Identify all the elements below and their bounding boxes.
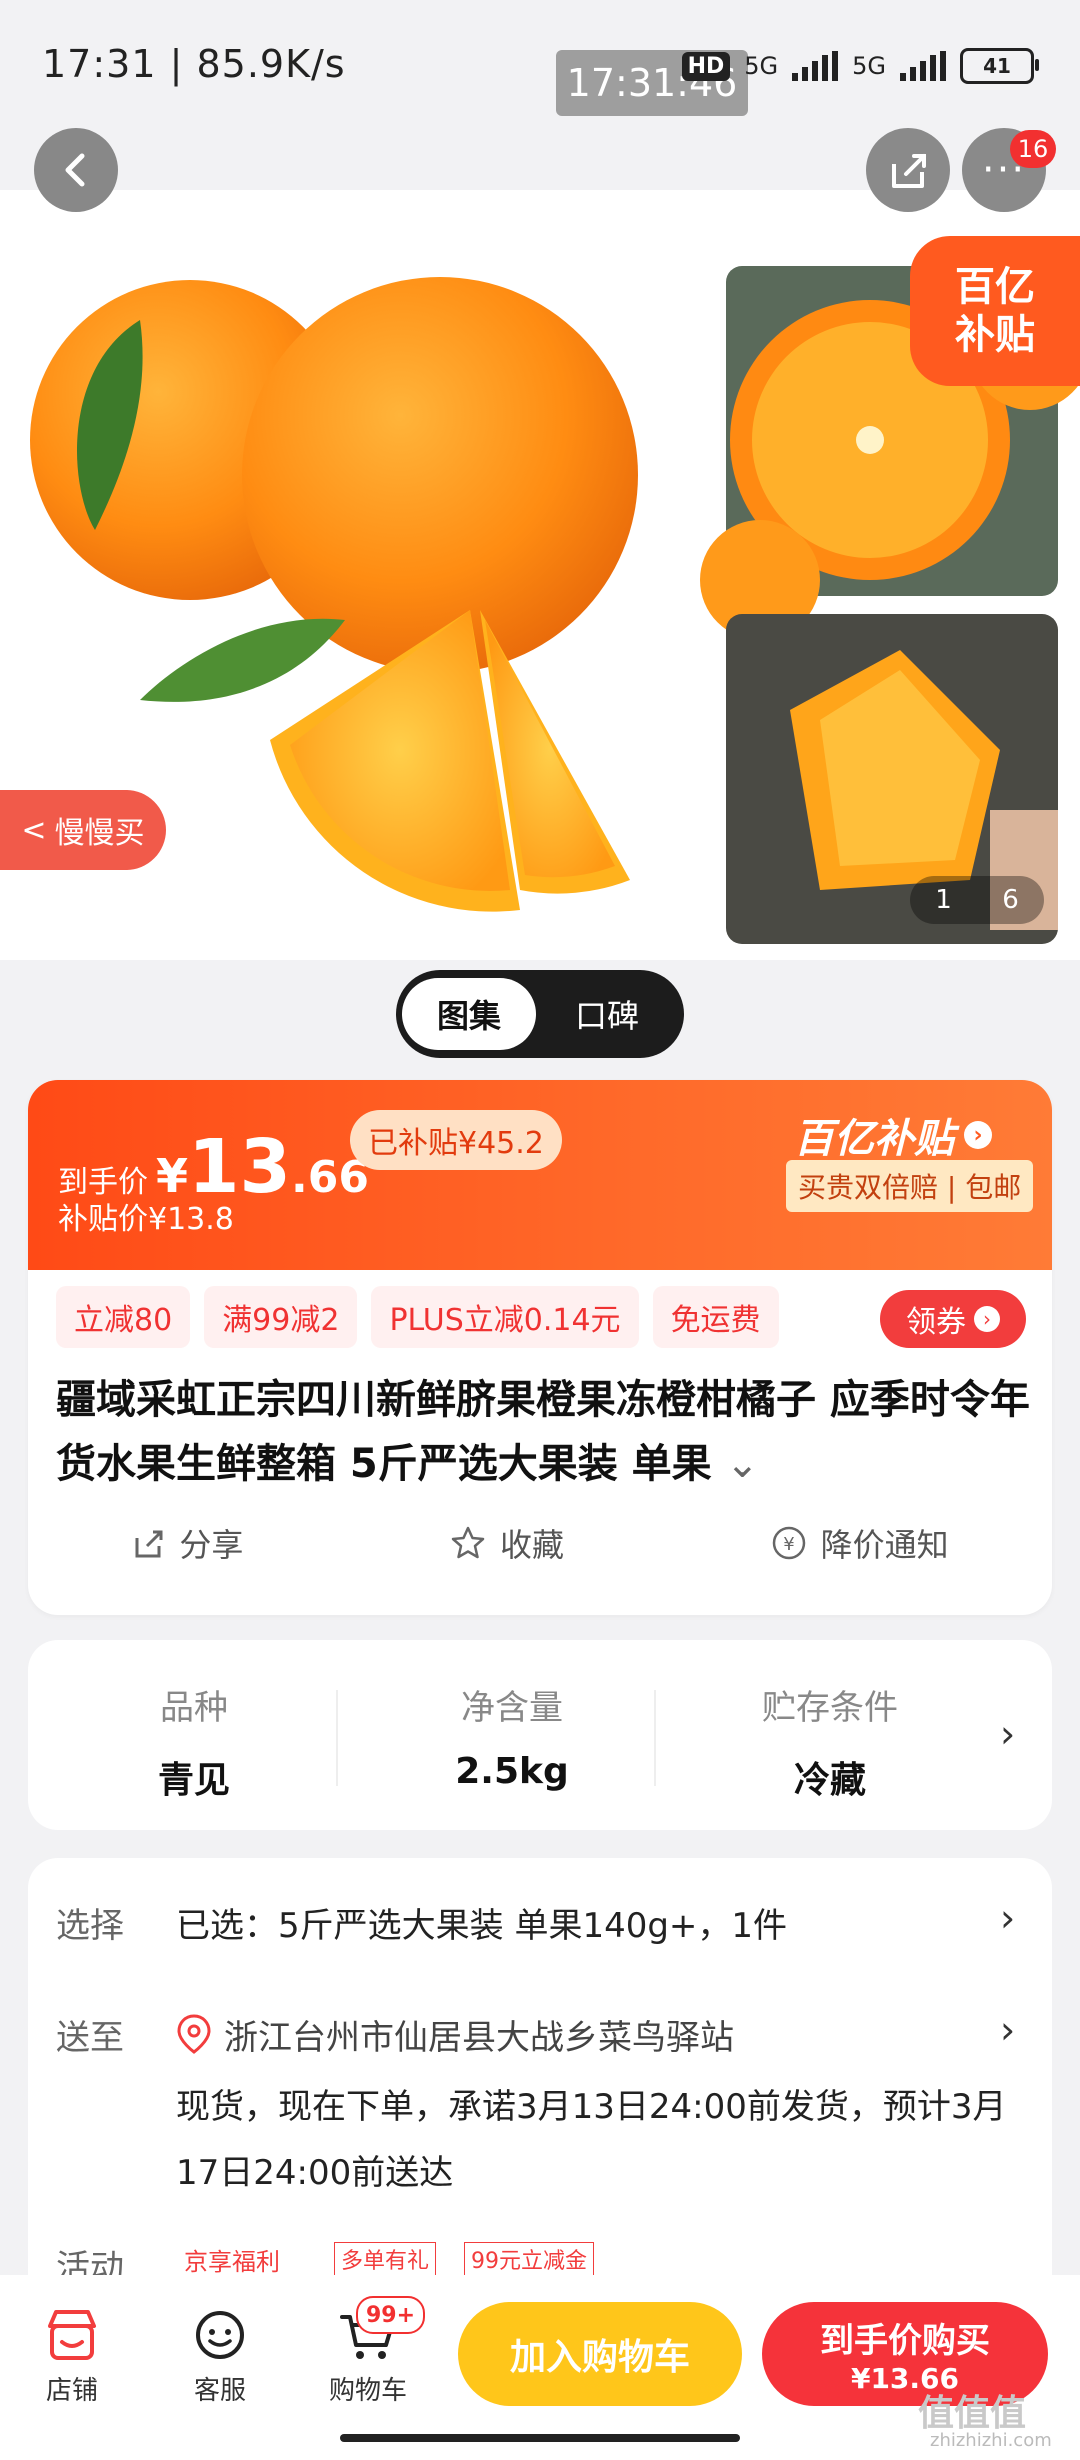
price-drop-icon: ¥ xyxy=(772,1526,805,1560)
status-icons: HD 5G 5G 41 xyxy=(681,48,1039,84)
spec-variety: 品种 青见 xyxy=(44,1680,344,1803)
action-row: 分享 收藏 ¥ 降价通知 xyxy=(28,1520,1052,1566)
star-icon xyxy=(451,1526,485,1559)
favorite-label: 收藏 xyxy=(499,1526,564,1564)
guarantee-badge: 买贵双倍赔 | 包邮 xyxy=(786,1160,1034,1212)
spec-net-weight: 净含量 2.5kg xyxy=(362,1680,662,1792)
price-card: 到手价 ¥ 13 .66 已补贴¥45.2 补贴价¥13.8 百亿补贴 › 买贵… xyxy=(28,1080,1052,1615)
subsidy-corner-tag: 百亿 补贴 xyxy=(910,236,1080,386)
coupon-chip[interactable]: 免运费 xyxy=(652,1286,779,1348)
spec-storage: 贮存条件 冷藏 xyxy=(680,1680,980,1803)
battery-icon: 41 xyxy=(960,48,1039,84)
chevron-right-icon: › xyxy=(974,1306,1000,1332)
share-icon xyxy=(135,1530,163,1558)
add-to-cart-button[interactable]: 加入购物车 xyxy=(458,2302,742,2406)
chevron-right-icon: › xyxy=(1000,1896,1016,1940)
spec-key: 净含量 xyxy=(461,1688,563,1728)
watermark-logo: 值值值 xyxy=(918,2393,1027,2434)
price-alert-label: 降价通知 xyxy=(820,1526,949,1564)
slow-buy-button[interactable]: < 慢慢买 xyxy=(0,790,166,870)
chevron-right-icon: › xyxy=(1000,1712,1016,1756)
activity-tag: 99元立减金 xyxy=(464,2242,594,2276)
spec-key: 贮存条件 xyxy=(762,1688,898,1728)
subsidy-brand: 百亿补贴 xyxy=(794,1116,954,1162)
service-label: 客服 xyxy=(193,2376,246,2406)
hd-icon: HD xyxy=(681,51,731,81)
subsidy-price: 补贴价¥13.8 xyxy=(58,1202,234,1237)
chevron-right-icon: › xyxy=(964,1121,992,1149)
store-icon xyxy=(48,2310,96,2360)
chevron-left-icon: < xyxy=(21,812,47,848)
select-label: 选择 xyxy=(56,1906,124,1946)
chevron-right-icon: › xyxy=(1000,2008,1016,2052)
chevron-down-icon: ⌄ xyxy=(725,1441,760,1487)
store-label: 店铺 xyxy=(45,2376,98,2406)
gallery-tabs: 图集 口碑 xyxy=(396,970,684,1058)
chevron-left-icon xyxy=(65,153,85,187)
spec-card[interactable]: 品种 青见 净含量 2.5kg 贮存条件 冷藏 › xyxy=(28,1640,1052,1830)
pager-total: 6 xyxy=(1002,885,1019,915)
svg-text:¥: ¥ xyxy=(783,1534,794,1555)
share-label: 分享 xyxy=(179,1526,244,1564)
coupon-chip[interactable]: 满99减2 xyxy=(204,1286,358,1348)
tab-reviews[interactable]: 口碑 xyxy=(536,991,678,1037)
slow-buy-label: 慢慢买 xyxy=(54,816,145,851)
image-pager: 1 6 xyxy=(910,876,1044,924)
product-title[interactable]: 疆域采虹正宗四川新鲜脐果橙果冻橙柑橘子 应季时令年货水果生鲜整箱 5斤严选大果装… xyxy=(56,1368,1036,1496)
spec-key: 品种 xyxy=(160,1688,228,1728)
share-action[interactable]: 分享 xyxy=(131,1520,243,1566)
tab-gallery[interactable]: 图集 xyxy=(402,978,536,1050)
buy-now-label: 到手价购买 xyxy=(820,2321,990,2361)
location-pin-icon xyxy=(177,2014,211,2054)
signal-icon xyxy=(900,51,946,81)
share-button[interactable] xyxy=(866,128,950,212)
coupon-list: 立减80 满99减2 PLUS立减0.14元 免运费 xyxy=(56,1286,779,1348)
product-title-text: 疆域采虹正宗四川新鲜脐果橙果冻橙柑橘子 应季时令年货水果生鲜整箱 5斤严选大果装… xyxy=(56,1377,1030,1487)
share-icon xyxy=(892,154,926,188)
coupon-chip[interactable]: 立减80 xyxy=(56,1286,191,1348)
ship-address[interactable]: 浙江台州市仙居县大战乡菜鸟驿站 xyxy=(224,2010,734,2059)
selection-card: 选择 已选：5斤严选大果装 单果140g+，1件 › 送至 浙江台州市仙居县大战… xyxy=(28,1858,1052,2288)
activity-tag: 多单有礼 xyxy=(334,2242,437,2276)
activity-tag: 京享福利 xyxy=(184,2248,280,2276)
subsidy-tag-line1: 百亿 xyxy=(955,264,1035,310)
status-time-speed: 17:31 | 85.9K/s xyxy=(42,42,346,86)
spec-value: 冷藏 xyxy=(793,1760,866,1801)
delivery-promise: 现货，现在下单，承诺3月13日24:00前发货，预计3月17日24:00前送达 xyxy=(176,2087,1007,2193)
pager-current: 1 xyxy=(935,885,952,915)
home-indicator[interactable] xyxy=(340,2434,740,2442)
selected-sku[interactable]: 已选：5斤严选大果装 单果140g+，1件 xyxy=(176,1898,787,1947)
network-label-2: 5G xyxy=(852,52,886,80)
subsidy-tag-line2: 补贴 xyxy=(955,312,1035,358)
coupon-chip[interactable]: PLUS立减0.14元 xyxy=(371,1286,639,1348)
divider xyxy=(336,1690,338,1786)
battery-level: 41 xyxy=(983,54,1011,78)
claim-coupon-button[interactable]: 领券 › xyxy=(880,1290,1026,1348)
divider xyxy=(654,1690,656,1786)
watermark-site: zhizhizhi.com xyxy=(930,2430,1052,2451)
customer-service-icon xyxy=(196,2311,244,2359)
spec-value: 2.5kg xyxy=(455,1751,569,1792)
service-tab[interactable]: 客服 xyxy=(170,2300,270,2407)
favorite-action[interactable]: 收藏 xyxy=(450,1520,564,1566)
network-label-1: 5G xyxy=(744,52,779,80)
subsidized-amount: 已补贴¥45.2 xyxy=(350,1110,562,1170)
cart-count-badge: 99+ xyxy=(356,2296,426,2334)
cart-label: 购物车 xyxy=(328,2376,407,2406)
price-alert-action[interactable]: ¥ 降价通知 xyxy=(771,1520,949,1566)
claim-coupon-label: 领券 xyxy=(906,1305,966,1340)
message-badge: 16 xyxy=(1010,130,1056,168)
signal-icon xyxy=(792,51,839,81)
subsidy-brand-link[interactable]: 百亿补贴 › xyxy=(794,1106,992,1164)
ship-to-label: 送至 xyxy=(56,2018,124,2058)
back-button[interactable] xyxy=(34,128,118,212)
store-tab[interactable]: 店铺 xyxy=(22,2300,122,2407)
spec-value: 青见 xyxy=(157,1760,230,1801)
